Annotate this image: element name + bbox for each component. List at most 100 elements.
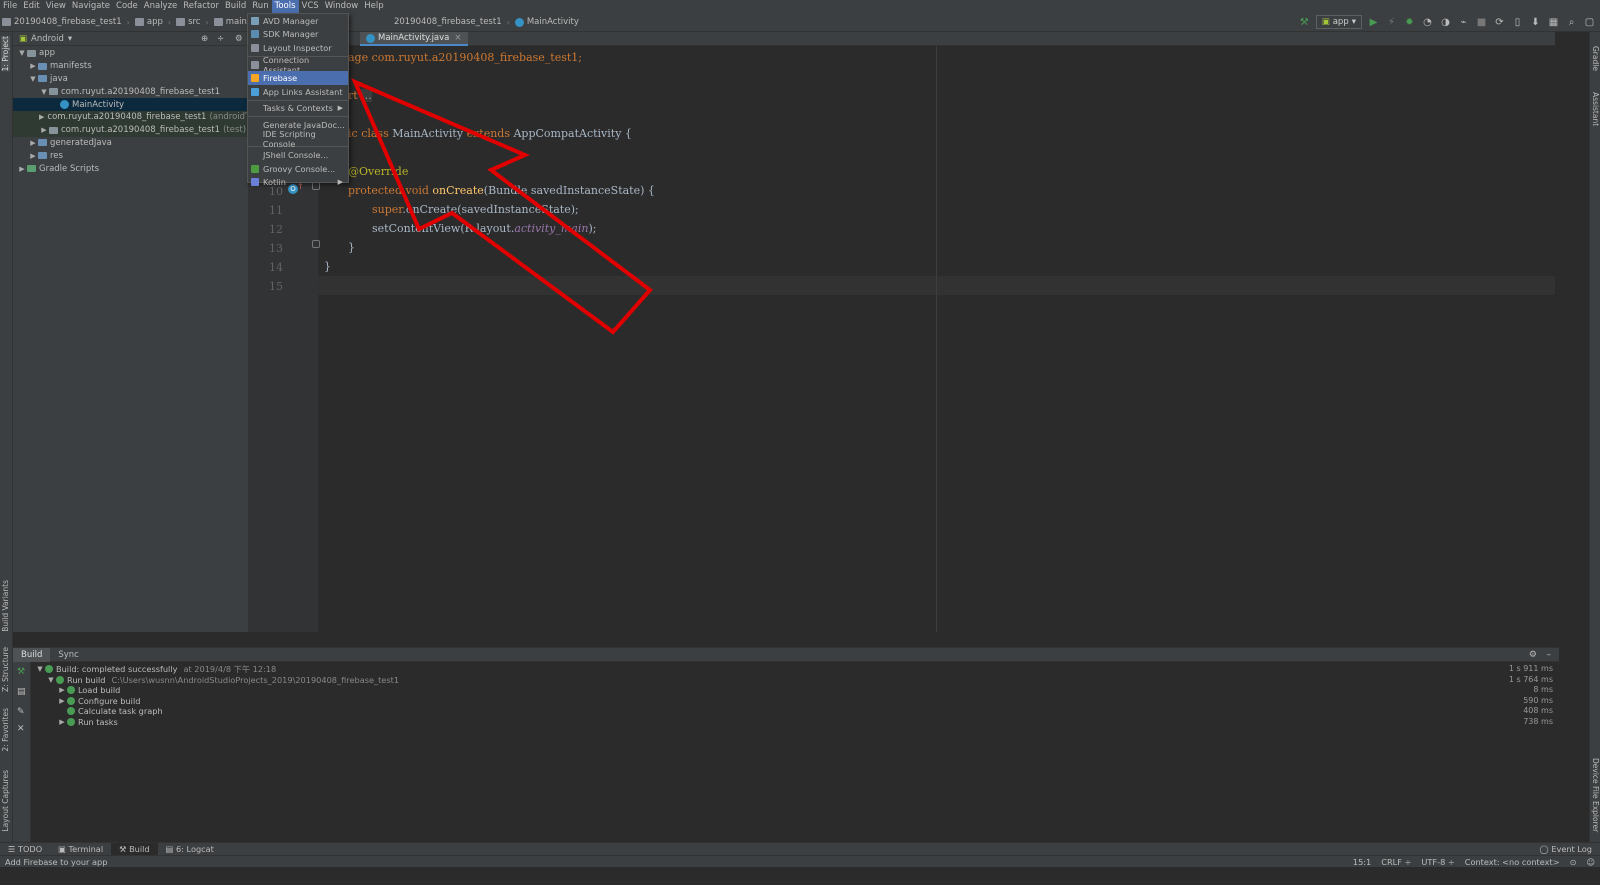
breadcrumb-src[interactable]: src: [174, 17, 202, 27]
chevron-right-icon[interactable]: ▶: [28, 139, 38, 147]
layout-captures-tool-button[interactable]: Layout Captures: [1, 770, 10, 832]
build-tree-row[interactable]: Calculate task graph: [57, 706, 163, 717]
chevron-right-icon[interactable]: ▶: [39, 126, 49, 134]
build-variants-tool-button[interactable]: Build Variants: [1, 580, 10, 632]
close-icon[interactable]: ×: [454, 33, 461, 43]
menu-view[interactable]: View: [43, 0, 69, 13]
menu-build[interactable]: Build: [222, 0, 249, 13]
tree-item[interactable]: ▶ com.ruyut.a20190408_firebase_test1 (andr…: [13, 110, 265, 124]
line-separator[interactable]: CRLF ÷: [1376, 857, 1416, 867]
structure-tool-button[interactable]: Z: Structure: [1, 647, 10, 692]
menu-refactor[interactable]: Refactor: [180, 0, 222, 13]
favorites-tool-button[interactable]: 2: Favorites: [1, 708, 10, 752]
build-tree-row[interactable]: ▼ Run build C:\Users\wusnn\AndroidStudioPr…: [46, 675, 399, 686]
run-icon[interactable]: ▶: [1367, 16, 1380, 29]
chevron-right-icon[interactable]: ▶: [57, 686, 67, 694]
breadcrumb-main[interactable]: main: [212, 17, 249, 27]
tools-menu-avd-manager[interactable]: AVD Manager: [248, 14, 348, 28]
tools-menu-firebase[interactable]: Firebase: [248, 71, 348, 85]
project-view-mode[interactable]: Android: [31, 34, 64, 44]
inspector-icon[interactable]: ☺: [1581, 857, 1600, 867]
menu-code[interactable]: Code: [113, 0, 141, 13]
tools-menu-sdk-manager[interactable]: SDK Manager: [248, 28, 348, 42]
menu-run[interactable]: Run: [249, 0, 271, 13]
assistant-tool-button[interactable]: Assistant: [1591, 92, 1600, 126]
device-file-explorer-button[interactable]: Device File Explorer: [1591, 758, 1600, 832]
tools-menu-layout-inspector[interactable]: Layout Inspector: [248, 41, 348, 55]
chevron-down-icon[interactable]: ▾: [68, 34, 72, 44]
menu-tools[interactable]: Tools: [271, 0, 299, 13]
menu-analyze[interactable]: Analyze: [141, 0, 181, 13]
event-log-button[interactable]: ◯ Event Log: [1532, 843, 1600, 856]
tools-menu-groovy-console[interactable]: Groovy Console...: [248, 162, 348, 176]
target-icon[interactable]: ⊕: [201, 34, 208, 44]
search-icon[interactable]: ⌕: [1565, 16, 1578, 29]
breadcrumb-package[interactable]: 20190408_firebase_test1: [392, 17, 504, 27]
context-indicator[interactable]: Context: <no context>: [1460, 857, 1565, 867]
menu-edit[interactable]: Edit: [20, 0, 42, 13]
attach-debugger-icon[interactable]: ⌁: [1457, 16, 1470, 29]
project-tool-button[interactable]: 1: Project: [1, 36, 10, 72]
file-encoding[interactable]: UTF-8 ÷: [1416, 857, 1459, 867]
menu-file[interactable]: File: [0, 0, 20, 13]
chevron-right-icon[interactable]: ▶: [57, 718, 67, 726]
lock-icon[interactable]: ⊙: [1565, 857, 1582, 867]
gradle-tool-button[interactable]: Gradle: [1591, 46, 1600, 71]
build-tree-row[interactable]: ▶ Configure build: [57, 696, 140, 707]
stop-icon[interactable]: ■: [1475, 16, 1488, 29]
minimize-icon[interactable]: –: [1547, 650, 1552, 660]
toggle-view-icon[interactable]: ▤: [17, 687, 26, 697]
tree-item[interactable]: ▶ manifests: [13, 60, 248, 73]
tree-item[interactable]: MainActivity: [13, 98, 248, 111]
layout-icon[interactable]: ▢: [1583, 16, 1596, 29]
tree-item[interactable]: ▼ java: [13, 73, 248, 86]
build-tool-button[interactable]: ⚒ Build: [111, 842, 158, 856]
chevron-down-icon[interactable]: ▼: [39, 88, 49, 96]
hammer-icon[interactable]: ⚒: [17, 667, 25, 677]
chevron-down-icon[interactable]: ▼: [28, 75, 38, 83]
chevron-right-icon[interactable]: ▶: [39, 113, 44, 121]
chevron-right-icon[interactable]: ▶: [57, 697, 67, 705]
tools-menu-app-links-assistant[interactable]: App Links Assistant: [248, 85, 348, 99]
tools-menu-connection-assistant[interactable]: Connection Assistant: [248, 55, 348, 75]
apply-changes-icon[interactable]: ⚡: [1385, 16, 1398, 29]
tools-menu-ide-scripting-console[interactable]: IDE Scripting Console: [248, 129, 348, 149]
code-editor[interactable]: age com.ruyut.a20190408_firebase_test1; …: [318, 46, 1555, 632]
chevron-down-icon[interactable]: ▼: [35, 665, 45, 673]
chevron-right-icon[interactable]: ▶: [28, 152, 38, 160]
build-tree-row[interactable]: ▼ Build: completed successfully at 2019/4/…: [35, 664, 276, 675]
breadcrumb-module[interactable]: app: [133, 17, 165, 27]
tools-menu-jshell-console[interactable]: JShell Console...: [248, 148, 348, 162]
gear-icon[interactable]: ⚙: [1529, 650, 1537, 660]
close-icon[interactable]: ✕: [17, 724, 25, 734]
build-tree-row[interactable]: ▶ Run tasks: [57, 717, 118, 728]
debug-icon[interactable]: ✹: [1403, 16, 1416, 29]
menu-navigate[interactable]: Navigate: [69, 0, 113, 13]
todo-tool-button[interactable]: ☰ TODO: [0, 843, 50, 856]
logcat-tool-button[interactable]: ▤ 6: Logcat: [158, 843, 222, 856]
terminal-tool-button[interactable]: ▣ Terminal: [50, 843, 111, 856]
sdk-manager-icon[interactable]: ⬇: [1529, 16, 1542, 29]
tab-sync[interactable]: Sync: [50, 648, 87, 662]
tools-menu-tasks-contexts[interactable]: Tasks & Contexts ▶: [248, 102, 348, 116]
breadcrumb-class[interactable]: MainActivity: [513, 17, 581, 27]
project-structure-icon[interactable]: ▦: [1547, 16, 1560, 29]
tab-build[interactable]: Build: [13, 647, 51, 662]
sync-gradle-icon[interactable]: ⟳: [1493, 16, 1506, 29]
gear-icon[interactable]: ⚙: [235, 34, 243, 44]
run-config-select[interactable]: ▣ app ▾: [1315, 15, 1362, 29]
tree-item[interactable]: ▼ com.ruyut.a20190408_firebase_test1: [13, 85, 248, 98]
tools-menu-kotlin[interactable]: Kotlin ▶: [248, 176, 348, 190]
collapse-icon[interactable]: ÷: [217, 34, 224, 44]
caret-position[interactable]: 15:1: [1348, 857, 1376, 867]
tree-item[interactable]: ▶ Gradle Scripts: [13, 162, 248, 175]
tree-item[interactable]: ▶ generatedJava: [13, 137, 248, 150]
chevron-right-icon[interactable]: ▶: [28, 62, 38, 70]
tree-item[interactable]: ▶ com.ruyut.a20190408_firebase_test1 (test…: [13, 123, 248, 137]
menu-vcs[interactable]: VCS: [299, 0, 322, 13]
profile-icon[interactable]: ◔: [1421, 16, 1434, 29]
hammer-icon[interactable]: ⚒: [1298, 16, 1311, 29]
chevron-down-icon[interactable]: ▼: [46, 676, 56, 684]
avd-manager-icon[interactable]: ▯: [1511, 16, 1524, 29]
tree-item[interactable]: ▼ app: [13, 47, 248, 60]
